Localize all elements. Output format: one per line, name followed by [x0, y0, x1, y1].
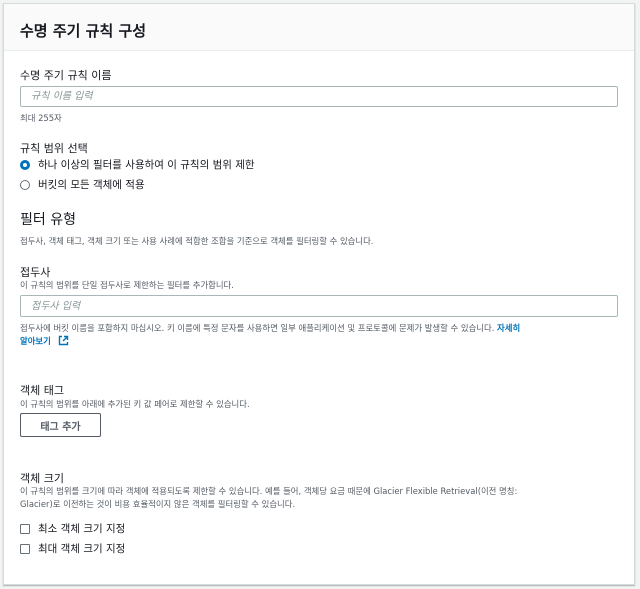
add-tag-button[interactable]: 태그 추가	[20, 413, 101, 437]
scope-option-filter-label: 하나 이상의 필터를 사용하여 이 규칙의 범위 제한	[38, 159, 255, 171]
object-size-description-line2: Glacier)로 이전하는 것이 비용 효율적이지 않은 객체를 필터링할 수…	[20, 499, 296, 509]
prefix-description: 이 규칙의 범위를 단일 접두사로 제한하는 필터를 추가합니다.	[20, 280, 234, 290]
object-size-label: 객체 크기	[20, 472, 64, 485]
max-size-option[interactable]: 최대 객체 크기 지정	[20, 541, 125, 556]
prefix-input[interactable]	[20, 295, 618, 317]
object-size-description: 이 규칙의 범위를 크기에 따라 객체에 적용되도록 제한할 수 있습니다. 예…	[20, 485, 620, 511]
scope-label: 규칙 범위 선택	[20, 142, 88, 155]
lifecycle-rule-panel: 수명 주기 규칙 구성 수명 주기 규칙 이름 최대 255자 규칙 범위 선택…	[3, 3, 635, 585]
panel-header: 수명 주기 규칙 구성	[4, 4, 634, 51]
max-size-label: 최대 객체 크기 지정	[38, 543, 126, 555]
filter-type-description: 접두사, 객체 태그, 객체 크기 또는 사용 사례에 적합한 조합을 기준으로…	[20, 236, 374, 246]
max-size-checkbox[interactable]	[20, 543, 30, 554]
rule-name-constraint: 최대 255자	[20, 113, 62, 123]
prefix-warning: 접두사에 버킷 이름을 포함하지 마십시오. 키 이름에 특정 문자를 사용하면…	[20, 322, 620, 335]
scope-option-all-objects-label: 버킷의 모든 객체에 적용	[38, 179, 145, 191]
radio-unselected[interactable]	[20, 179, 30, 190]
panel-title: 수명 주기 규칙 구성	[20, 22, 147, 40]
min-size-checkbox[interactable]	[20, 523, 30, 534]
learn-more-link-text[interactable]: 알아보기	[20, 336, 51, 346]
scope-option-filter[interactable]: 하나 이상의 필터를 사용하여 이 규칙의 범위 제한	[20, 157, 255, 172]
prefix-label: 접두사	[20, 266, 51, 279]
learn-more-link-line2[interactable]: 알아보기	[20, 335, 69, 350]
learn-more-link[interactable]: 자세히	[497, 323, 520, 333]
filter-type-title: 필터 유형	[20, 212, 76, 228]
external-link-icon[interactable]	[58, 335, 69, 350]
min-size-label: 최소 객체 크기 지정	[38, 523, 126, 535]
min-size-option[interactable]: 최소 객체 크기 지정	[20, 521, 125, 536]
object-tags-description: 이 규칙의 범위를 아래에 추가된 키 값 페어로 제한할 수 있습니다.	[20, 399, 250, 409]
radio-selected[interactable]	[20, 159, 30, 170]
object-tags-label: 객체 태그	[20, 384, 64, 397]
scope-option-all-objects[interactable]: 버킷의 모든 객체에 적용	[20, 177, 145, 192]
object-size-description-line1: 이 규칙의 범위를 크기에 따라 객체에 적용되도록 제한할 수 있습니다. 예…	[20, 486, 518, 496]
prefix-warning-text: 접두사에 버킷 이름을 포함하지 마십시오. 키 이름에 특정 문자를 사용하면…	[20, 323, 495, 333]
rule-name-input[interactable]	[20, 86, 618, 107]
rule-name-label: 수명 주기 규칙 이름	[20, 69, 112, 82]
